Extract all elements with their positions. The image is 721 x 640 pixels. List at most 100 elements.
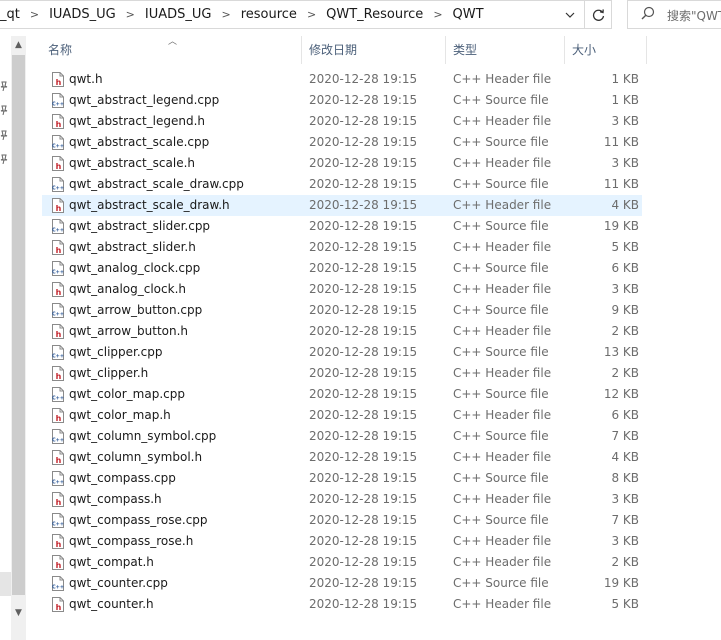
svg-text:h: h bbox=[56, 498, 62, 507]
file-row[interactable]: h qwt_abstract_legend.h 2020-12-28 19:15 C+… bbox=[42, 111, 642, 132]
breadcrumb-item[interactable]: IUADS_UG bbox=[142, 7, 215, 22]
file-row[interactable]: C++ qwt_column_symbol.cpp 2020-12-28 19:15… bbox=[42, 426, 642, 447]
file-row[interactable]: h qwt_column_symbol.h 2020-12-28 19:15 C++ … bbox=[42, 447, 642, 468]
search-box[interactable]: 搜索"QWT" bbox=[627, 0, 721, 29]
cpp-file-icon: C++ bbox=[52, 513, 64, 528]
file-date: 2020-12-28 19:15 bbox=[309, 177, 418, 191]
file-date: 2020-12-28 19:15 bbox=[309, 282, 418, 296]
scroll-up-icon[interactable]: ▲ bbox=[11, 38, 26, 52]
column-header-name[interactable]: 名称 bbox=[48, 36, 72, 64]
file-name: qwt_clipper.h bbox=[69, 366, 149, 380]
breadcrumb-separator-icon[interactable]: > bbox=[214, 8, 237, 21]
file-row[interactable]: C++ qwt_abstract_scale.cpp 2020-12-28 19:1… bbox=[42, 132, 642, 153]
svg-text:C++: C++ bbox=[52, 186, 64, 192]
search-input[interactable]: 搜索"QWT" bbox=[667, 7, 721, 24]
cpp-file-icon: C++ bbox=[52, 303, 64, 318]
column-header-size[interactable]: 大小 bbox=[572, 36, 596, 64]
file-row[interactable]: C++ qwt_compass_rose.cpp 2020-12-28 19:15 C… bbox=[42, 510, 642, 531]
address-bar[interactable]: _qt > IUADS_UG > IUADS_UG > resource > Q… bbox=[0, 0, 612, 29]
file-name: qwt_arrow_button.cpp bbox=[69, 303, 203, 317]
svg-text:C++: C++ bbox=[52, 102, 64, 108]
file-size: 7 KB bbox=[611, 513, 639, 527]
file-size: 19 KB bbox=[603, 219, 639, 233]
file-row[interactable]: C++ qwt_abstract_slider.cpp 2020-12-28 19:… bbox=[42, 216, 642, 237]
file-row[interactable]: C++ qwt_color_map.cpp 2020-12-28 19:15 C++ … bbox=[42, 384, 642, 405]
breadcrumb-item-current[interactable]: QWT bbox=[450, 7, 487, 22]
file-date: 2020-12-28 19:15 bbox=[309, 345, 418, 359]
column-divider[interactable] bbox=[564, 36, 565, 64]
svg-text:h: h bbox=[56, 204, 62, 213]
file-row[interactable]: h qwt.h 2020-12-28 19:15 C++ Header file 1 K… bbox=[42, 69, 642, 90]
svg-text:h: h bbox=[56, 540, 62, 549]
svg-text:C++: C++ bbox=[52, 396, 64, 402]
file-size: 6 KB bbox=[611, 261, 639, 275]
column-divider[interactable] bbox=[301, 36, 302, 64]
search-icon bbox=[641, 6, 655, 20]
column-divider[interactable] bbox=[646, 36, 647, 64]
breadcrumb-item[interactable]: resource bbox=[238, 7, 300, 22]
file-row[interactable]: C++ qwt_analog_clock.cpp 2020-12-28 19:15 C… bbox=[42, 258, 642, 279]
file-row[interactable]: h qwt_clipper.h 2020-12-28 19:15 C++ Header… bbox=[42, 363, 642, 384]
file-date: 2020-12-28 19:15 bbox=[309, 156, 418, 170]
svg-text:C++: C++ bbox=[52, 144, 64, 150]
file-date: 2020-12-28 19:15 bbox=[309, 303, 418, 317]
file-date: 2020-12-28 19:15 bbox=[309, 534, 418, 548]
pin-icon bbox=[0, 130, 8, 140]
file-size: 3 KB bbox=[611, 114, 639, 128]
scroll-down-icon[interactable]: ▼ bbox=[11, 606, 26, 620]
file-size: 12 KB bbox=[603, 387, 639, 401]
file-row[interactable]: h qwt_arrow_button.h 2020-12-28 19:15 C++ H… bbox=[42, 321, 642, 342]
file-size: 9 KB bbox=[611, 303, 639, 317]
breadcrumb-separator-icon[interactable]: > bbox=[300, 8, 323, 21]
file-row[interactable]: h qwt_abstract_scale.h 2020-12-28 19:15 C++… bbox=[42, 153, 642, 174]
file-row[interactable]: C++ qwt_abstract_scale_draw.cpp 2020-12-28… bbox=[42, 174, 642, 195]
refresh-button[interactable] bbox=[585, 1, 612, 28]
file-row[interactable]: C++ qwt_counter.cpp 2020-12-28 19:15 C++ So… bbox=[42, 573, 642, 594]
file-name: qwt_counter.cpp bbox=[69, 576, 168, 590]
column-header-date[interactable]: 修改日期 bbox=[309, 36, 357, 64]
file-name: qwt_column_symbol.h bbox=[69, 450, 203, 464]
file-type: C++ Header file bbox=[453, 366, 552, 380]
file-list: h qwt.h 2020-12-28 19:15 C++ Header file 1 K… bbox=[42, 69, 642, 615]
file-size: 8 KB bbox=[611, 471, 639, 485]
file-row[interactable]: C++ qwt_arrow_button.cpp 2020-12-28 19:15 C… bbox=[42, 300, 642, 321]
column-header-type[interactable]: 类型 bbox=[453, 36, 477, 64]
file-row[interactable]: C++ qwt_clipper.cpp 2020-12-28 19:15 C++ So… bbox=[42, 342, 642, 363]
file-size: 7 KB bbox=[611, 429, 639, 443]
breadcrumb-separator-icon[interactable]: > bbox=[23, 8, 46, 21]
file-row[interactable]: h qwt_compat.h 2020-12-28 19:15 C++ Header … bbox=[42, 552, 642, 573]
file-row[interactable]: h qwt_compass_rose.h 2020-12-28 19:15 C++ H… bbox=[42, 531, 642, 552]
breadcrumb-separator-icon[interactable]: > bbox=[119, 8, 142, 21]
file-name: qwt_column_symbol.cpp bbox=[69, 429, 217, 443]
breadcrumb-item[interactable]: _qt bbox=[0, 7, 23, 22]
file-size: 3 KB bbox=[611, 492, 639, 506]
cpp-file-icon: C++ bbox=[52, 261, 64, 276]
chevron-down-icon[interactable] bbox=[556, 1, 584, 28]
scrollbar-thumb[interactable] bbox=[12, 55, 25, 595]
svg-text:C++: C++ bbox=[52, 228, 64, 234]
file-row[interactable]: h qwt_counter.h 2020-12-28 19:15 C++ Header… bbox=[42, 594, 642, 615]
navigation-item[interactable] bbox=[0, 572, 11, 596]
svg-text:h: h bbox=[56, 414, 62, 423]
column-divider[interactable] bbox=[445, 36, 446, 64]
file-date: 2020-12-28 19:15 bbox=[309, 429, 418, 443]
file-row[interactable]: C++ qwt_compass.cpp 2020-12-28 19:15 C++ So… bbox=[42, 468, 642, 489]
file-name: qwt_abstract_scale_draw.cpp bbox=[69, 177, 244, 191]
pin-icon bbox=[0, 105, 8, 115]
file-date: 2020-12-28 19:15 bbox=[309, 198, 418, 212]
file-row[interactable]: h qwt_color_map.h 2020-12-28 19:15 C++ Head… bbox=[42, 405, 642, 426]
file-row[interactable]: h qwt_analog_clock.h 2020-12-28 19:15 C++ H… bbox=[42, 279, 642, 300]
file-row[interactable]: C++ qwt_abstract_legend.cpp 2020-12-28 19:… bbox=[42, 90, 642, 111]
breadcrumb-item[interactable]: QWT_Resource bbox=[323, 7, 426, 22]
file-name: qwt_analog_clock.cpp bbox=[69, 261, 201, 275]
h-file-icon: h bbox=[52, 114, 64, 129]
file-type: C++ Source file bbox=[453, 93, 549, 107]
breadcrumb-separator-icon[interactable]: > bbox=[426, 8, 449, 21]
breadcrumb-item[interactable]: IUADS_UG bbox=[46, 7, 119, 22]
file-row[interactable]: h qwt_compass.h 2020-12-28 19:15 C++ Header… bbox=[42, 489, 642, 510]
file-type: C++ Header file bbox=[453, 555, 552, 569]
svg-text:h: h bbox=[56, 288, 62, 297]
file-row[interactable]: h qwt_abstract_scale_draw.h 2020-12-28 19:… bbox=[42, 195, 642, 216]
file-row[interactable]: h qwt_abstract_slider.h 2020-12-28 19:15 C+… bbox=[42, 237, 642, 258]
file-type: C++ Source file bbox=[453, 429, 549, 443]
